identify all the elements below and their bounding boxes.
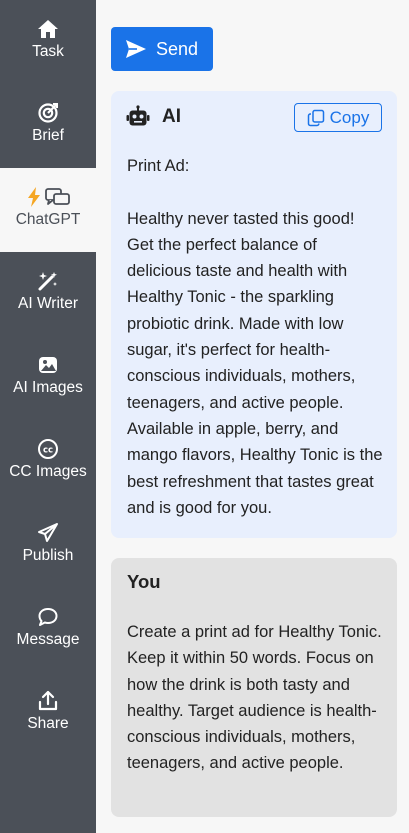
- sidebar-item-cc-images[interactable]: cc CC Images: [0, 420, 96, 504]
- sidebar-item-ai-writer[interactable]: AI Writer: [0, 252, 96, 336]
- send-icon: [125, 39, 147, 59]
- sidebar: Task Brief ChatGPT AI Writer AI Images c…: [0, 0, 96, 833]
- user-author-label: You: [127, 571, 161, 592]
- target-icon: [35, 102, 61, 124]
- sidebar-item-label: Brief: [32, 127, 64, 144]
- ai-message-header: AI: [126, 105, 181, 129]
- sidebar-item-message[interactable]: Message: [0, 588, 96, 672]
- send-button[interactable]: Send: [111, 27, 213, 71]
- sidebar-item-label: ChatGPT: [15, 211, 81, 228]
- share-icon: [35, 690, 61, 712]
- ai-author-label: AI: [162, 106, 181, 127]
- bolt-chat-icon: [23, 186, 73, 208]
- sidebar-item-label: Message: [16, 631, 80, 648]
- magic-wand-icon: [35, 270, 61, 292]
- sidebar-item-ai-images[interactable]: AI Images: [0, 336, 96, 420]
- sidebar-item-label: CC Images: [9, 463, 87, 480]
- sidebar-item-chatgpt[interactable]: ChatGPT: [0, 168, 96, 252]
- copy-icon: [307, 109, 325, 127]
- svg-text:cc: cc: [43, 446, 53, 456]
- user-message-card: You Create a print ad for Healthy Tonic.…: [111, 558, 397, 817]
- ai-message-card: AI Copy Print Ad: Healthy never tasted t…: [111, 91, 397, 538]
- sidebar-item-label: Task: [32, 43, 64, 60]
- sidebar-item-label: Share: [27, 715, 69, 732]
- send-label: Send: [156, 38, 199, 59]
- sidebar-item-label: Publish: [22, 547, 74, 564]
- sidebar-item-label: AI Writer: [18, 295, 78, 312]
- home-icon: [35, 18, 61, 40]
- image-icon: [35, 354, 61, 376]
- sidebar-item-share[interactable]: Share: [0, 672, 96, 756]
- creative-commons-icon: cc: [35, 438, 61, 460]
- speech-bubble-icon: [35, 606, 61, 628]
- sidebar-item-publish[interactable]: Publish: [0, 504, 96, 588]
- ai-message-text: Print Ad: Healthy never tasted this good…: [127, 157, 383, 517]
- copy-label: Copy: [329, 107, 370, 127]
- user-message-text: Create a print ad for Healthy Tonic. Kee…: [127, 623, 387, 773]
- sidebar-item-label: AI Images: [13, 379, 83, 396]
- chat-panel: Send AI Copy Print Ad: Healthy never tas…: [96, 0, 409, 833]
- sidebar-item-brief[interactable]: Brief: [0, 84, 96, 168]
- sidebar-item-task[interactable]: Task: [0, 0, 96, 84]
- robot-icon: [126, 105, 150, 129]
- copy-button[interactable]: Copy: [294, 103, 382, 132]
- paper-plane-icon: [35, 522, 61, 544]
